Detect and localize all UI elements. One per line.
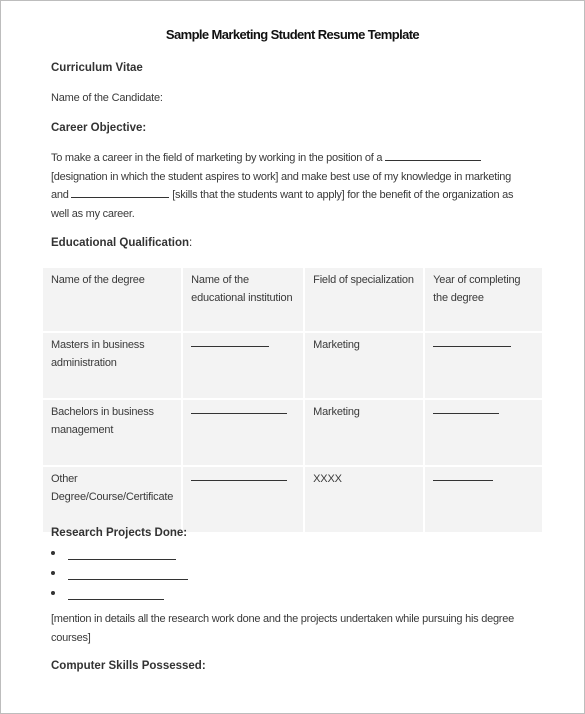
educational-qualification-label: Educational Qualification [51,237,190,249]
objective-line3-suffix: [skills that the students want to apply]… [172,189,514,201]
table-row: Bachelors in business management Marketi… [43,400,543,465]
career-objective-heading: Career Objective: [51,122,147,134]
objective-line1: To make a career in the field of marketi… [51,152,383,164]
field-cell: Marketing [305,400,424,465]
career-objective-paragraph: To make a career in the field of marketi… [51,149,541,223]
column-header-field: Field of specialization [305,268,424,331]
table-row: Masters in business administration Marke… [43,333,543,398]
institution-blank[interactable] [191,336,270,347]
institution-blank[interactable] [191,470,288,481]
year-cell[interactable] [425,333,543,398]
field-cell: XXXX [305,467,424,532]
skills-blank[interactable] [71,188,170,198]
document-title: Sample Marketing Student Resume Template [165,27,420,42]
year-cell[interactable] [425,467,543,532]
year-blank[interactable] [433,403,500,414]
institution-cell[interactable] [183,400,304,465]
field-cell: Marketing [305,333,424,398]
column-header-degree: Name of the degree [43,268,182,331]
resume-page: Sample Marketing Student Resume Template… [0,0,585,714]
table-row: Other Degree/Course/Certificate XXXX [43,467,543,532]
project-blank[interactable] [68,589,164,600]
objective-line2: [designation in which the student aspire… [51,170,512,183]
column-header-institution: Name of the educational institution [183,268,304,331]
year-blank[interactable] [433,470,494,481]
objective-line4: well as my career. [51,207,135,220]
bullet-icon [51,551,55,555]
institution-blank[interactable] [191,403,288,414]
year-blank[interactable] [433,336,512,347]
objective-line3-prefix: and [51,189,69,201]
table-header-row: Name of the degree Name of the education… [43,268,543,331]
educational-qualification-heading: Educational Qualification: [51,237,192,249]
research-note: [mention in details all the research wor… [51,613,514,644]
project-blank[interactable] [68,569,188,580]
column-header-year: Year of completing the degree [425,268,543,331]
bullet-icon [51,571,55,575]
research-projects-heading: Research Projects Done: [51,527,188,539]
degree-cell: Bachelors in business management [43,400,182,465]
institution-cell[interactable] [183,467,304,532]
project-blank[interactable] [68,549,176,560]
curriculum-vitae-heading: Curriculum Vitae [51,62,143,74]
education-table: Name of the degree Name of the education… [41,266,544,534]
heading-colon: : [189,237,193,249]
year-cell[interactable] [425,400,543,465]
institution-cell[interactable] [183,333,304,398]
degree-cell: Masters in business administration [43,333,182,398]
designation-blank[interactable] [385,151,482,161]
bullet-icon [51,591,55,595]
computer-skills-heading: Computer Skills Possessed: [51,660,206,672]
candidate-name-label: Name of the Candidate: [51,92,163,104]
degree-cell: Other Degree/Course/Certificate [43,467,182,532]
